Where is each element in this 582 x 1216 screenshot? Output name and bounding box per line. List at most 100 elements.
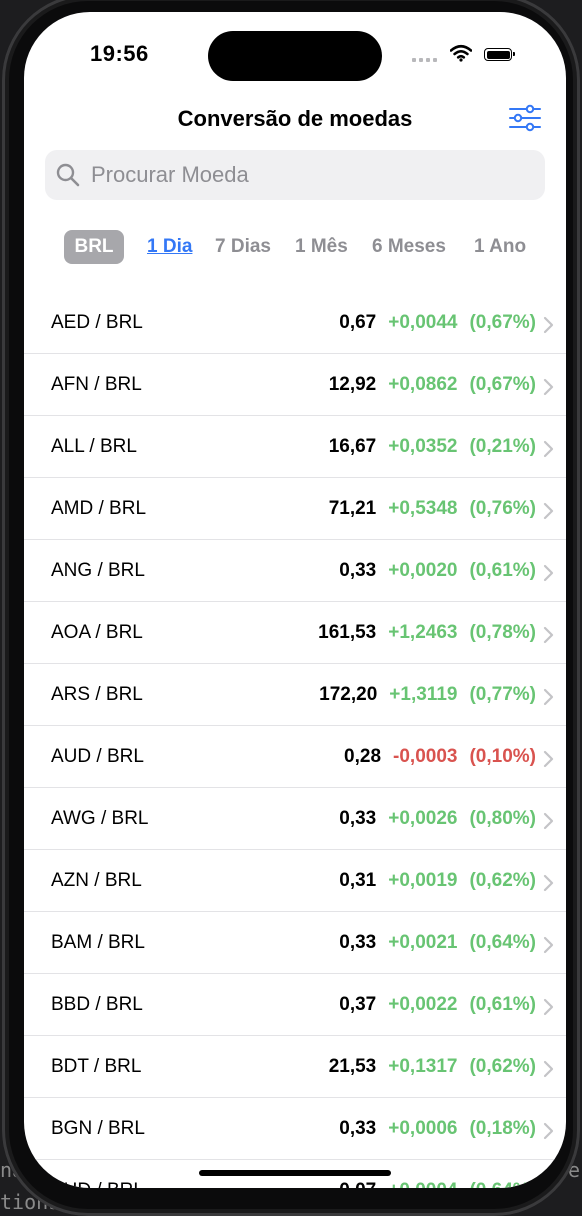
exchange-rate: 0,28 [344, 745, 382, 767]
rate-change: +1,2463 [388, 621, 458, 643]
rate-group: 161,53 +1,2463 (0,78%) [318, 602, 536, 663]
home-indicator [199, 1170, 391, 1176]
rate-change: +0,0019 [388, 869, 458, 891]
chevron-right-icon [543, 626, 554, 644]
status-bar: 19:56 [24, 12, 566, 92]
exchange-rate: 0,33 [339, 559, 377, 581]
rate-group: 0,67 +0,0044 (0,67%) [339, 292, 536, 353]
chevron-right-icon [543, 750, 554, 768]
exchange-rate: 0,67 [339, 311, 377, 333]
currency-row[interactable]: BGN / BRL 0,33 +0,0006 (0,18%) [24, 1098, 566, 1160]
currency-row[interactable]: AED / BRL 0,67 +0,0044 (0,67%) [24, 292, 566, 354]
rate-group: 0,37 +0,0022 (0,61%) [339, 974, 536, 1035]
rate-change: +0,0004 [388, 1180, 457, 1189]
currency-row[interactable]: ANG / BRL 0,33 +0,0020 (0,61%) [24, 540, 566, 602]
rate-change-percent: (0,62%) [469, 869, 536, 891]
exchange-rate: 161,53 [318, 621, 377, 643]
chevron-right-icon [543, 874, 554, 892]
exchange-rate: 21,53 [328, 1055, 377, 1077]
currency-row[interactable]: BAM / BRL 0,33 +0,0021 (0,64%) [24, 912, 566, 974]
cellular-signal-icon [412, 58, 437, 62]
rate-change-percent: (0,61%) [469, 559, 536, 581]
chevron-right-icon [543, 1060, 554, 1078]
currency-pair: BGN / BRL [51, 1118, 145, 1139]
search-icon [56, 163, 80, 187]
rate-change: +0,0021 [388, 931, 458, 953]
period-6-months[interactable]: 6 Meses [372, 230, 446, 264]
rate-change: +0,0862 [388, 373, 458, 395]
rate-change: +1,3119 [389, 683, 458, 705]
battery-icon [484, 48, 515, 61]
rate-change: +0,0026 [388, 807, 458, 829]
chevron-right-icon [543, 812, 554, 830]
rate-change: +0,0020 [388, 559, 458, 581]
rate-change-percent: (0,77%) [469, 683, 536, 705]
wifi-icon [450, 44, 472, 62]
currency-row[interactable]: AOA / BRL 161,53 +1,2463 (0,78%) [24, 602, 566, 664]
phone-frame: 19:56 Conversão de moedas Procurar Moeda… [2, 0, 580, 1216]
currency-pair: AOA / BRL [51, 622, 143, 643]
currency-pair: AZN / BRL [51, 870, 142, 891]
dynamic-island [208, 31, 382, 81]
exchange-rate: 0,33 [339, 931, 377, 953]
period-1-day[interactable]: 1 Dia [147, 230, 192, 264]
currency-pair: ARS / BRL [51, 684, 143, 705]
rate-change-percent: (0,67%) [469, 311, 536, 333]
currency-row[interactable]: ARS / BRL 172,20 +1,3119 (0,77%) [24, 664, 566, 726]
rate-change: -0,0003 [393, 745, 458, 767]
rate-group: 21,53 +0,1317 (0,62%) [329, 1036, 536, 1097]
rate-change: +0,0006 [388, 1117, 458, 1139]
currency-row[interactable]: AUD / BRL 0,28 -0,0003 (0,10%) [24, 726, 566, 788]
rate-change: +0,0044 [388, 311, 458, 333]
currency-pair: AMD / BRL [51, 498, 147, 519]
rate-group: 71,21 +0,5348 (0,76%) [329, 478, 536, 539]
currency-list: AED / BRL 0,67 +0,0044 (0,67%) AFN / BRL 12,9… [24, 292, 566, 1188]
rate-change: +0,5348 [388, 497, 458, 519]
filter-sliders-icon[interactable] [508, 104, 542, 132]
period-1-year[interactable]: 1 Ano [474, 230, 526, 264]
exchange-rate: 0,37 [339, 993, 377, 1015]
rate-change-percent: (0,61%) [469, 993, 536, 1015]
chevron-right-icon [543, 564, 554, 582]
rate-change-percent: (0,62%) [469, 1055, 536, 1077]
currency-pair: BAM / BRL [51, 932, 145, 953]
currency-row[interactable]: AWG / BRL 0,33 +0,0026 (0,80%) [24, 788, 566, 850]
chevron-right-icon [543, 936, 554, 954]
currency-row[interactable]: BDT / BRL 21,53 +0,1317 (0,62%) [24, 1036, 566, 1098]
chevron-right-icon [543, 1184, 549, 1188]
currency-pair: AUD / BRL [51, 746, 144, 767]
period-1-month[interactable]: 1 Mês [295, 230, 348, 264]
period-7-days[interactable]: 7 Dias [215, 230, 271, 264]
search-bar[interactable] [45, 150, 545, 200]
currency-pair: BHD / BRL [51, 1160, 144, 1188]
exchange-rate: 172,20 [319, 683, 378, 705]
currency-pair: AWG / BRL [51, 808, 149, 829]
currency-pair: AFN / BRL [51, 374, 142, 395]
exchange-rate: 0,31 [339, 869, 377, 891]
currency-pair: ANG / BRL [51, 560, 145, 581]
chevron-right-icon [543, 1122, 554, 1140]
rate-change-percent: (0,10%) [469, 745, 536, 767]
rate-change-percent: (0,21%) [469, 435, 536, 457]
rate-change-percent: (0,64%) [469, 931, 536, 953]
chevron-right-icon [543, 316, 554, 334]
exchange-rate: 0,33 [339, 1117, 377, 1139]
rate-change-percent: (0,18%) [469, 1117, 536, 1139]
status-time: 19:56 [90, 41, 149, 66]
chevron-right-icon [543, 998, 554, 1016]
rate-group: 0,33 +0,0006 (0,18%) [339, 1098, 536, 1159]
search-input[interactable] [89, 161, 513, 189]
currency-row[interactable]: ALL / BRL 16,67 +0,0352 (0,21%) [24, 416, 566, 478]
exchange-rate: 16,67 [328, 435, 377, 457]
chevron-right-icon [543, 378, 554, 396]
rate-group: 0,28 -0,0003 (0,10%) [344, 726, 536, 787]
currency-row[interactable]: AFN / BRL 12,92 +0,0862 (0,67%) [24, 354, 566, 416]
currency-pair: BDT / BRL [51, 1056, 142, 1077]
currency-row[interactable]: BBD / BRL 0,37 +0,0022 (0,61%) [24, 974, 566, 1036]
currency-row[interactable]: AMD / BRL 71,21 +0,5348 (0,76%) [24, 478, 566, 540]
rate-change-percent: (0,78%) [469, 621, 536, 643]
chevron-right-icon [543, 502, 554, 520]
base-currency-badge[interactable]: BRL [64, 230, 124, 264]
currency-row[interactable]: AZN / BRL 0,31 +0,0019 (0,62%) [24, 850, 566, 912]
period-selector: BRL 1 Dia 7 Dias 1 Mês 6 Meses 1 Ano [24, 230, 566, 266]
